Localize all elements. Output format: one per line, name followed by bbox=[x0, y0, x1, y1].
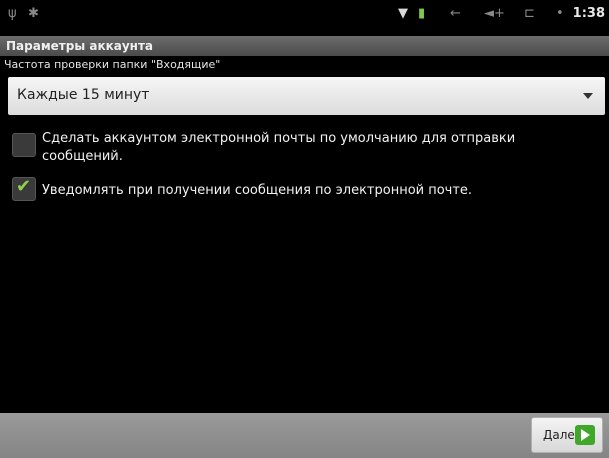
volume-icon[interactable]: ◄+ bbox=[484, 7, 505, 21]
frequency-dropdown[interactable]: Каждые 15 минут bbox=[8, 77, 605, 115]
status-time: 1:38 bbox=[572, 6, 605, 21]
back-icon[interactable]: ← bbox=[450, 7, 461, 21]
usb-icon: ψ bbox=[8, 6, 17, 21]
checkmark-icon: ✔ bbox=[16, 176, 32, 197]
arrow-right-icon bbox=[575, 425, 595, 445]
frequency-selected-value: Каждые 15 минут bbox=[17, 87, 150, 103]
wifi-icon: ▼ bbox=[398, 6, 408, 21]
dot-icon: • bbox=[556, 6, 564, 21]
battery-icon: ▮ bbox=[418, 6, 426, 21]
android-icon: ✱ bbox=[28, 6, 39, 21]
next-button[interactable]: Далее bbox=[531, 417, 603, 453]
default-account-label[interactable]: Сделать аккаунтом электронной почты по у… bbox=[42, 130, 562, 166]
signal-icon: ⊏ bbox=[524, 6, 535, 21]
bottom-bar: Далее bbox=[0, 413, 609, 458]
notify-checkbox[interactable]: ✔ bbox=[12, 176, 36, 201]
notify-label[interactable]: Уведомлять при получении сообщения по эл… bbox=[42, 182, 582, 200]
frequency-label: Частота проверки папки "Входящие" bbox=[4, 58, 221, 71]
status-bar: ψ ✱ ▼ ▮ ← ◄+ ⊏ • 1:38 bbox=[0, 0, 609, 28]
page-title: Параметры аккаунта bbox=[0, 36, 609, 56]
chevron-down-icon bbox=[583, 93, 593, 99]
default-account-checkbox[interactable] bbox=[12, 133, 36, 157]
